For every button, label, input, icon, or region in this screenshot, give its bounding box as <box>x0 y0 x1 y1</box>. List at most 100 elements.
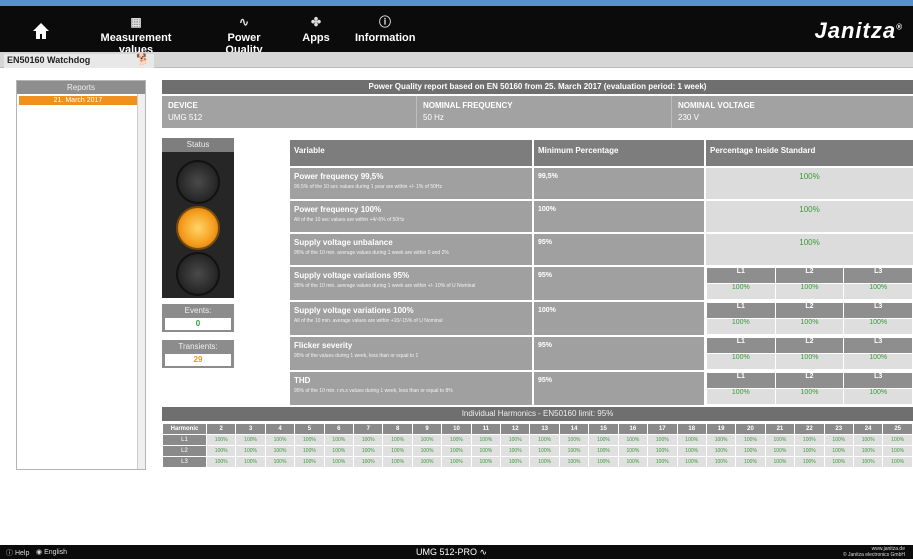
harmonic-value: 100% <box>676 434 707 446</box>
phase-value: 100% <box>706 353 776 370</box>
device-info: DEVICE UMG 512 <box>162 96 417 128</box>
events-box[interactable]: Events: 0 <box>162 304 234 332</box>
harmonic-order-label: 7 <box>353 423 384 435</box>
variable-name: Supply voltage variations 95% <box>294 271 410 280</box>
harmonic-order-label: 21 <box>764 423 796 435</box>
top-navigation-bar: ▦ Measurement values ∿ Power Quality ✤ A… <box>0 0 913 56</box>
watchdog-label: EN50160 Watchdog <box>7 55 91 65</box>
harmonic-value: 100% <box>205 456 237 468</box>
harmonic-order-label: 4 <box>264 423 296 435</box>
window-accent-stripe <box>0 0 913 6</box>
device-label: DEVICE <box>168 101 198 110</box>
nav-information[interactable]: ⓘ Information <box>355 14 416 44</box>
transients-box[interactable]: Transients: 29 <box>162 340 234 368</box>
nominal-voltage-value: 230 V <box>678 113 699 122</box>
harmonic-value: 100% <box>647 456 678 468</box>
harmonic-order-label: 25 <box>882 423 913 435</box>
minimum-percentage-cell: 99,5% <box>532 166 706 201</box>
harmonic-value: 100% <box>852 456 884 468</box>
harmonics-phase-label: L1 <box>162 434 207 446</box>
report-list-item[interactable]: 21. March 2017 <box>19 96 137 105</box>
harmonic-order-label: 14 <box>558 423 590 435</box>
harmonic-value: 100% <box>852 445 884 457</box>
harmonic-value: 100% <box>794 445 825 457</box>
minimum-percentage-cell: 95% <box>532 265 706 302</box>
harmonic-value: 100% <box>294 445 325 457</box>
harmonic-value: 100% <box>764 456 796 468</box>
harmonic-value: 100% <box>647 434 678 446</box>
nominal-frequency-info: NOMINAL FREQUENCY 50 Hz <box>417 96 672 128</box>
report-title: Power Quality report based on EN 50160 f… <box>162 80 913 94</box>
harmonic-value: 100% <box>676 445 707 457</box>
harmonic-value: 100% <box>441 445 472 457</box>
harmonic-order-label: 5 <box>294 423 325 435</box>
harmonic-value: 100% <box>852 434 884 446</box>
device-model-label: UMG 512-PRO <box>416 547 478 557</box>
harmonics-table: Harmonic 2 3 4 5 6 7 8 9 10 11 12 13 14 15 16 17 18 19 20 2… <box>162 423 913 468</box>
percentage-inside-cell: 100% <box>704 199 913 234</box>
watchdog-selector[interactable]: EN50160 Watchdog <box>4 54 154 68</box>
device-value: UMG 512 <box>168 113 203 122</box>
status-header: Status <box>162 138 234 152</box>
harmonic-value: 100% <box>882 445 913 457</box>
harmonic-order-label: 3 <box>235 423 266 435</box>
variable-description: 95% of the 10 min. average values during… <box>294 283 476 289</box>
nominal-frequency-label: NOMINAL FREQUENCY <box>423 101 513 110</box>
harmonic-value: 100% <box>441 456 472 468</box>
table-header-row: Variable Minimum Percentage Percentage I… <box>288 138 913 168</box>
variable-name: Flicker severity <box>294 341 353 350</box>
variable-header: Variable <box>288 138 534 168</box>
harmonic-value: 100% <box>235 456 266 468</box>
harmonic-order-label: 23 <box>823 423 854 435</box>
harmonic-value: 100% <box>235 445 266 457</box>
nominal-voltage-info: NOMINAL VOLTAGE 230 V <box>672 96 913 128</box>
harmonics-title: Individual Harmonics - EN50160 limit: 95… <box>162 407 913 421</box>
copyright-text: © Janitza electronics GmbH <box>842 552 905 558</box>
reports-header: Reports <box>17 81 145 94</box>
harmonic-value: 100% <box>558 456 590 468</box>
nominal-frequency-value: 50 Hz <box>423 113 444 122</box>
dog-icon[interactable]: 🐕 <box>136 53 150 66</box>
nav-measurement-values[interactable]: ▦ Measurement values <box>88 14 184 56</box>
phase-label: L2 <box>774 337 845 354</box>
globe-icon: ◉ <box>36 549 43 556</box>
harmonic-order-label: 17 <box>647 423 678 435</box>
phase-value: 100% <box>843 318 913 335</box>
harmonic-value: 100% <box>823 434 854 446</box>
nav-power-quality[interactable]: ∿ Power Quality <box>208 14 280 56</box>
variable-cell: Supply voltage unbalance 95% of the 10 mi… <box>288 232 534 267</box>
language-button[interactable]: ◉ English <box>36 548 67 556</box>
reports-scrollbar[interactable] <box>137 94 145 469</box>
phase-label: L1 <box>706 337 776 354</box>
harmonic-value: 100% <box>705 445 737 457</box>
harmonic-value: 100% <box>470 456 502 468</box>
phase-label: L2 <box>774 302 845 319</box>
phase-label: L1 <box>706 302 776 319</box>
nav-apps[interactable]: ✤ Apps <box>298 14 334 44</box>
harmonic-order-label: 2 <box>205 423 237 435</box>
harmonic-value: 100% <box>500 434 531 446</box>
harmonic-value: 100% <box>617 445 649 457</box>
report-info-row: DEVICE UMG 512 NOMINAL FREQUENCY 50 Hz N… <box>162 96 913 128</box>
phase-values-cell: L1 L2 L3 100% 100% 100% <box>704 370 913 407</box>
info-icon: ⓘ <box>378 15 391 29</box>
variable-description: 95% of the 10 min. r.m.s values during 1… <box>294 388 453 394</box>
phase-value: 100% <box>706 283 776 300</box>
percentage-inside-cell: 100% <box>704 232 913 267</box>
harmonic-value: 100% <box>294 434 325 446</box>
harmonic-order-label: 24 <box>852 423 884 435</box>
percentage-inside-header: Percentage Inside Standard <box>704 138 913 168</box>
home-button[interactable] <box>30 20 52 42</box>
help-button[interactable]: ⓘ Help <box>6 548 29 558</box>
variable-name: THD <box>294 376 311 385</box>
harmonic-order-label: 9 <box>411 423 443 435</box>
variable-description: All of the 10 sec values are within +4/-… <box>294 217 405 223</box>
table-row: Supply voltage variations 100% All of the… <box>288 300 913 337</box>
harmonic-value: 100% <box>735 456 766 468</box>
yellow-lamp-icon <box>176 206 220 250</box>
harmonics-row: L1 100% 100% 100% 100% 100% 100% 100% 100% 100% 10… <box>162 434 913 446</box>
gauge-icon: ▦ <box>130 15 142 29</box>
harmonic-value: 100% <box>294 456 325 468</box>
phase-value: 100% <box>706 318 776 335</box>
variable-name: Supply voltage unbalance <box>294 238 393 247</box>
